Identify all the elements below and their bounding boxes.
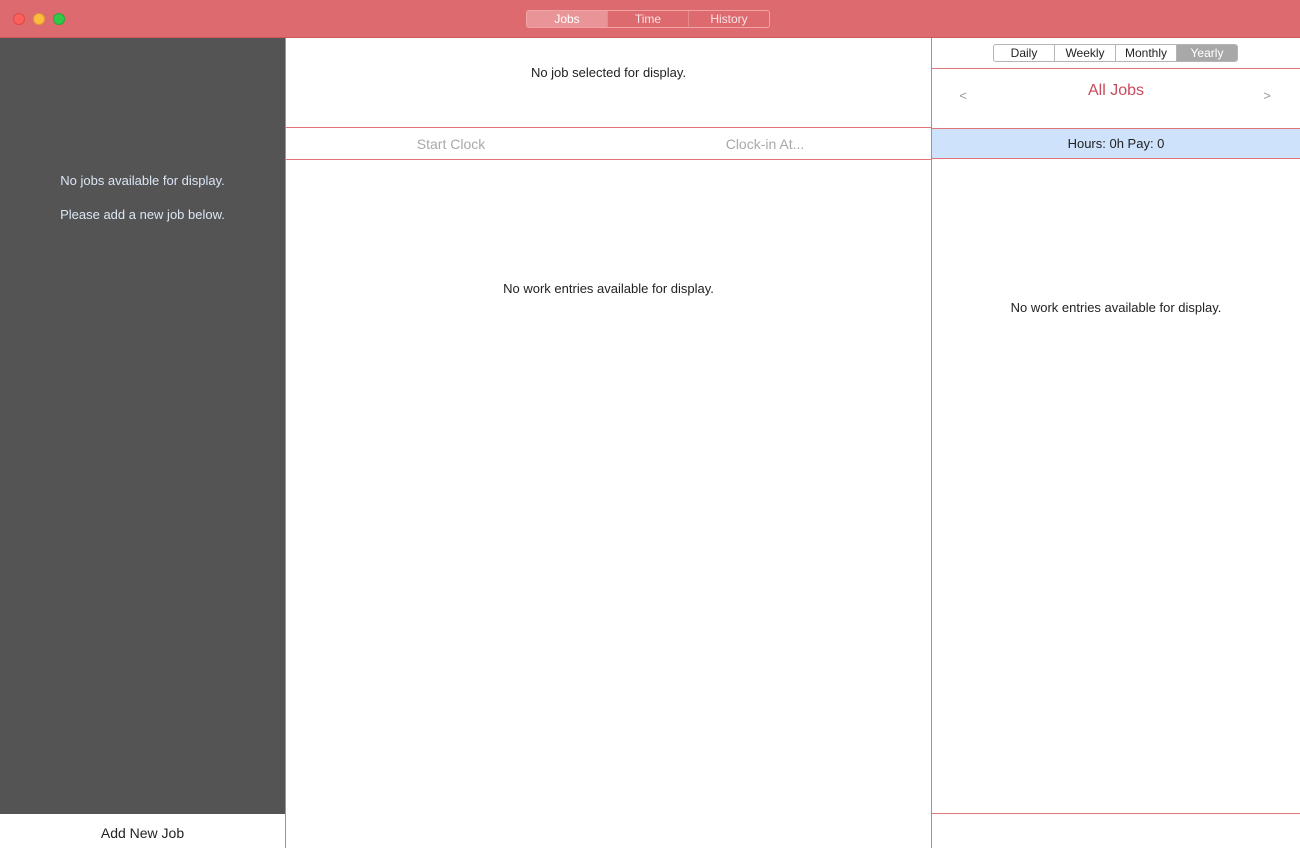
period-yearly[interactable]: Yearly — [1176, 45, 1237, 61]
add-new-job-button[interactable]: Add New Job — [0, 814, 285, 848]
period-monthly[interactable]: Monthly — [1115, 45, 1176, 61]
tab-time[interactable]: Time — [607, 11, 688, 27]
main-tab-control: Jobs Time History — [526, 10, 770, 28]
start-clock-button[interactable]: Start Clock — [286, 136, 616, 152]
sidebar-empty-hint: Please add a new job below. — [60, 207, 225, 222]
period-daily[interactable]: Daily — [994, 45, 1054, 61]
sidebar-empty-message: No jobs available for display. — [60, 173, 225, 188]
next-period-button[interactable]: > — [1260, 88, 1274, 103]
summary-title: All Jobs — [1087, 82, 1145, 99]
tab-history[interactable]: History — [688, 11, 769, 27]
summary-footer-divider — [932, 813, 1300, 814]
close-window-button[interactable] — [13, 13, 25, 25]
summary-entries-empty-message: No work entries available for display. — [1010, 300, 1222, 315]
clock-controls-divider — [286, 159, 931, 160]
period-selector: Daily Weekly Monthly Yearly — [993, 44, 1238, 62]
maximize-window-button[interactable] — [53, 13, 65, 25]
jobs-sidebar: No jobs available for display. Please ad… — [0, 38, 285, 814]
summary-divider — [931, 38, 932, 848]
tab-jobs[interactable]: Jobs — [527, 11, 607, 27]
period-weekly[interactable]: Weekly — [1054, 45, 1115, 61]
minimize-window-button[interactable] — [33, 13, 45, 25]
job-header-divider — [286, 127, 931, 128]
hours-pay-summary: Hours: 0h Pay: 0 — [932, 128, 1300, 159]
window-titlebar: Jobs Time History — [0, 0, 1300, 38]
period-divider — [932, 68, 1300, 69]
selected-job-header: No job selected for display. — [530, 65, 687, 80]
work-entries-empty-message: No work entries available for display. — [503, 281, 714, 296]
clock-in-at-button[interactable]: Clock-in At... — [600, 136, 930, 152]
